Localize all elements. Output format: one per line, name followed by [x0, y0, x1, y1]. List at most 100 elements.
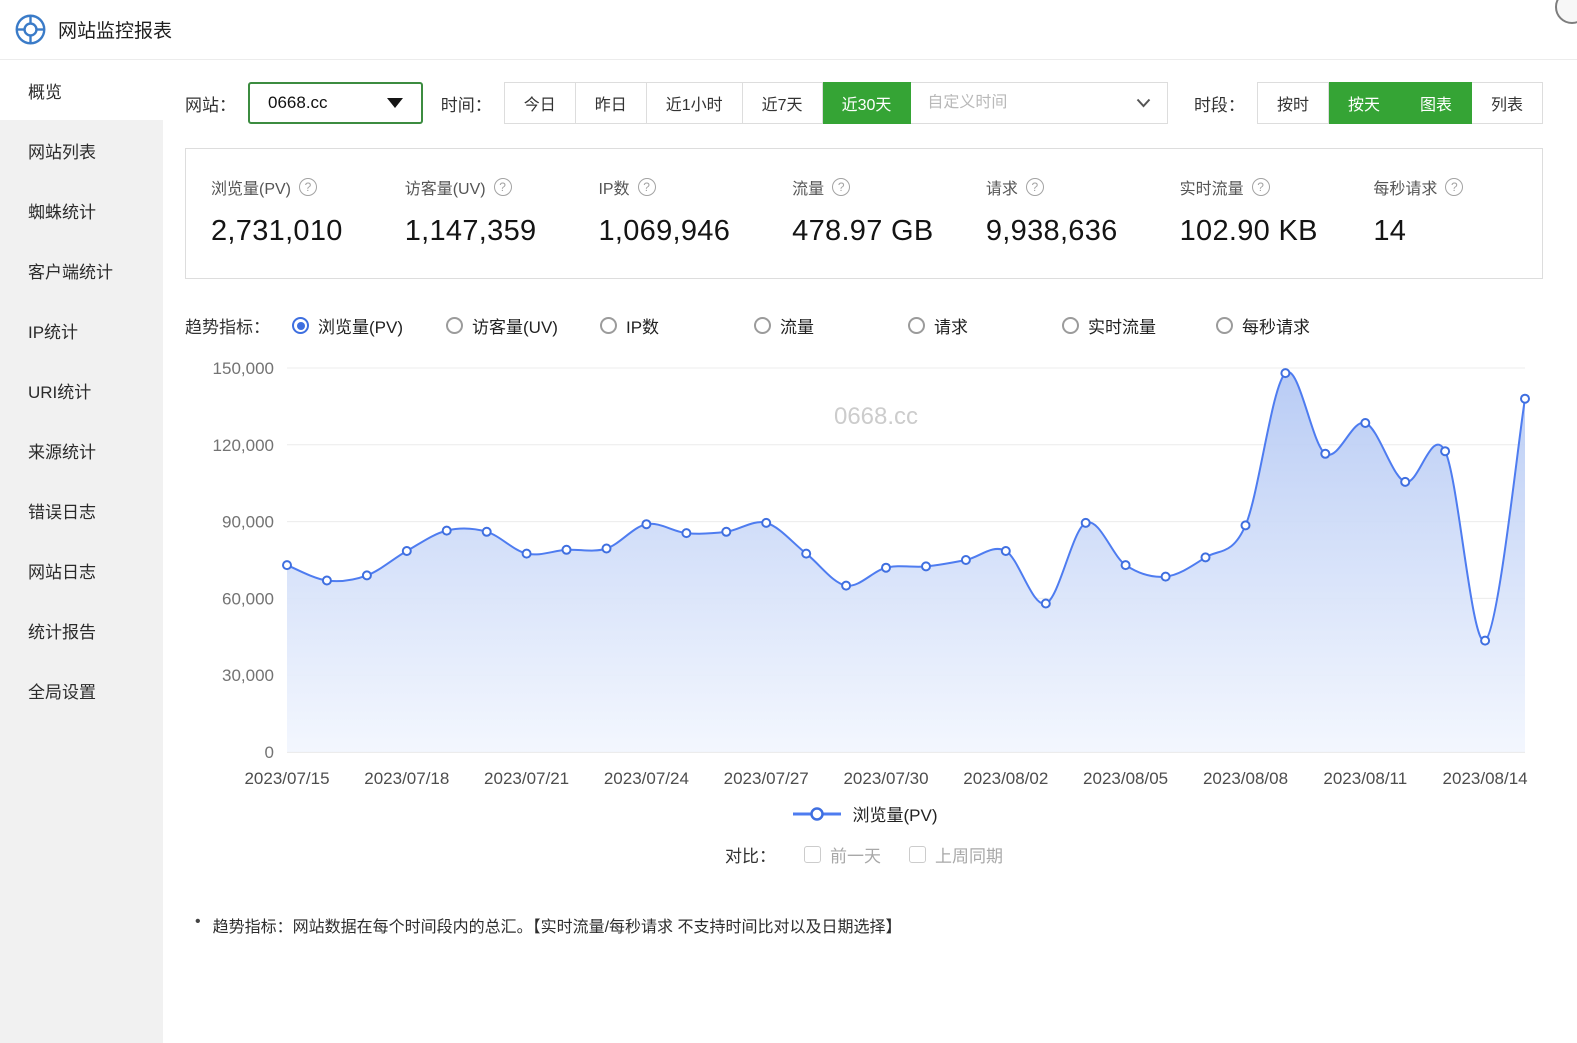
- data-point[interactable]: [523, 550, 531, 558]
- view-button-图表[interactable]: 图表: [1400, 82, 1472, 124]
- trend-option-每秒请求[interactable]: 每秒请求: [1216, 313, 1310, 338]
- help-icon[interactable]: ?: [832, 178, 850, 196]
- data-point[interactable]: [1361, 419, 1369, 427]
- data-point[interactable]: [802, 550, 810, 558]
- help-icon[interactable]: ?: [494, 178, 512, 196]
- period-button-按时[interactable]: 按时: [1257, 82, 1329, 124]
- check-label: 前一天: [830, 842, 881, 867]
- site-select[interactable]: 0668.cc: [248, 82, 423, 124]
- data-point[interactable]: [722, 528, 730, 536]
- chart-legend[interactable]: 浏览量(PV): [185, 801, 1543, 826]
- custom-time-input[interactable]: [927, 94, 1136, 112]
- time-button-近1小时[interactable]: 近1小时: [647, 82, 743, 124]
- compare-row: 对比： 前一天上周同期: [185, 842, 1543, 867]
- data-point[interactable]: [1242, 521, 1250, 529]
- corner-badge[interactable]: [1555, 0, 1577, 24]
- stat-value: 478.97 GB: [792, 215, 961, 248]
- data-point[interactable]: [1162, 573, 1170, 581]
- stat-value: 1,147,359: [405, 215, 574, 248]
- stat-label-row: 实时流量?: [1180, 175, 1349, 199]
- trend-option-IP数[interactable]: IP数: [600, 313, 754, 338]
- data-point[interactable]: [483, 528, 491, 536]
- sidebar-item-客户端统计[interactable]: 客户端统计: [0, 240, 163, 300]
- data-point[interactable]: [1441, 447, 1449, 455]
- data-point[interactable]: [603, 545, 611, 553]
- data-point[interactable]: [1082, 519, 1090, 527]
- help-icon[interactable]: ?: [299, 178, 317, 196]
- data-point[interactable]: [642, 520, 650, 528]
- time-button-昨日[interactable]: 昨日: [576, 82, 647, 124]
- radio-icon: [1216, 317, 1233, 334]
- controls-row: 网站： 0668.cc 时间： 今日昨日近1小时近7天近30天 时段： 按时按天…: [185, 82, 1543, 124]
- sidebar-item-统计报告[interactable]: 统计报告: [0, 600, 163, 660]
- sidebar-item-URI统计[interactable]: URI统计: [0, 360, 163, 420]
- view-button-列表[interactable]: 列表: [1472, 82, 1543, 124]
- help-icon[interactable]: ?: [1445, 178, 1463, 196]
- time-button-今日[interactable]: 今日: [504, 82, 576, 124]
- data-point[interactable]: [1122, 561, 1130, 569]
- stat-value: 14: [1373, 215, 1542, 248]
- sidebar-item-错误日志[interactable]: 错误日志: [0, 480, 163, 540]
- data-point[interactable]: [403, 547, 411, 555]
- bullet-icon: •: [195, 913, 201, 931]
- help-icon[interactable]: ?: [638, 178, 656, 196]
- trend-metric-row: 趋势指标： 浏览量(PV)访客量(UV)IP数流量请求实时流量每秒请求: [185, 313, 1543, 338]
- compare-option-上周同期[interactable]: 上周同期: [909, 842, 1003, 867]
- chart-watermark: 0668.cc: [834, 403, 918, 430]
- data-point[interactable]: [283, 561, 291, 569]
- compare-option-前一天[interactable]: 前一天: [804, 842, 881, 867]
- sidebar-item-蜘蛛统计[interactable]: 蜘蛛统计: [0, 180, 163, 240]
- data-point[interactable]: [323, 577, 331, 585]
- trend-option-实时流量[interactable]: 实时流量: [1062, 313, 1216, 338]
- data-point[interactable]: [1321, 450, 1329, 458]
- trend-chart: 030,00060,00090,000120,000150,0000668.cc…: [185, 352, 1543, 797]
- trend-option-访客量(UV)[interactable]: 访客量(UV): [446, 313, 600, 338]
- data-point[interactable]: [1401, 478, 1409, 486]
- radio-icon: [446, 317, 463, 334]
- sidebar-item-全局设置[interactable]: 全局设置: [0, 660, 163, 720]
- help-icon[interactable]: ?: [1026, 178, 1044, 196]
- data-point[interactable]: [762, 519, 770, 527]
- stat-label-row: 流量?: [792, 175, 961, 199]
- radio-label: 请求: [934, 313, 968, 338]
- trend-option-浏览量(PV)[interactable]: 浏览量(PV): [292, 313, 446, 338]
- stat-浏览量(PV): 浏览量(PV)? 2,731,010: [186, 175, 380, 248]
- stat-value: 2,731,010: [211, 215, 380, 248]
- data-point[interactable]: [1002, 547, 1010, 555]
- data-point[interactable]: [443, 527, 451, 535]
- radio-icon: [1062, 317, 1079, 334]
- data-point[interactable]: [1521, 395, 1529, 403]
- period-button-按天[interactable]: 按天: [1329, 82, 1400, 124]
- data-point[interactable]: [682, 529, 690, 537]
- time-range-buttons: 今日昨日近1小时近7天近30天: [504, 82, 912, 124]
- y-axis-label: 60,000: [222, 589, 274, 608]
- sidebar-item-来源统计[interactable]: 来源统计: [0, 420, 163, 480]
- trend-option-流量[interactable]: 流量: [754, 313, 908, 338]
- custom-time-picker[interactable]: [911, 82, 1168, 124]
- stat-label-text: 访客量(UV): [405, 175, 486, 199]
- stat-label-row: 浏览量(PV)?: [211, 175, 380, 199]
- time-button-近7天[interactable]: 近7天: [743, 82, 823, 124]
- data-point[interactable]: [563, 546, 571, 554]
- time-button-近30天[interactable]: 近30天: [823, 82, 912, 124]
- checkbox-icon: [909, 846, 926, 863]
- data-point[interactable]: [962, 556, 970, 564]
- sidebar-item-概览[interactable]: 概览: [0, 60, 163, 120]
- sidebar-item-网站列表[interactable]: 网站列表: [0, 120, 163, 180]
- data-point[interactable]: [1481, 637, 1489, 645]
- data-point[interactable]: [363, 571, 371, 579]
- data-point[interactable]: [842, 582, 850, 590]
- data-point[interactable]: [922, 562, 930, 570]
- data-point[interactable]: [1281, 369, 1289, 377]
- stat-访客量(UV): 访客量(UV)? 1,147,359: [380, 175, 574, 248]
- data-point[interactable]: [1202, 553, 1210, 561]
- sidebar-item-网站日志[interactable]: 网站日志: [0, 540, 163, 600]
- sidebar-item-IP统计[interactable]: IP统计: [0, 300, 163, 360]
- data-point[interactable]: [882, 564, 890, 572]
- help-icon[interactable]: ?: [1252, 178, 1270, 196]
- stats-summary: 浏览量(PV)?2,731,010访客量(UV)?1,147,359IP数?1,…: [185, 148, 1543, 279]
- trend-option-请求[interactable]: 请求: [908, 313, 1062, 338]
- x-axis-label: 2023/07/24: [604, 769, 689, 788]
- checkbox-icon: [804, 846, 821, 863]
- data-point[interactable]: [1042, 600, 1050, 608]
